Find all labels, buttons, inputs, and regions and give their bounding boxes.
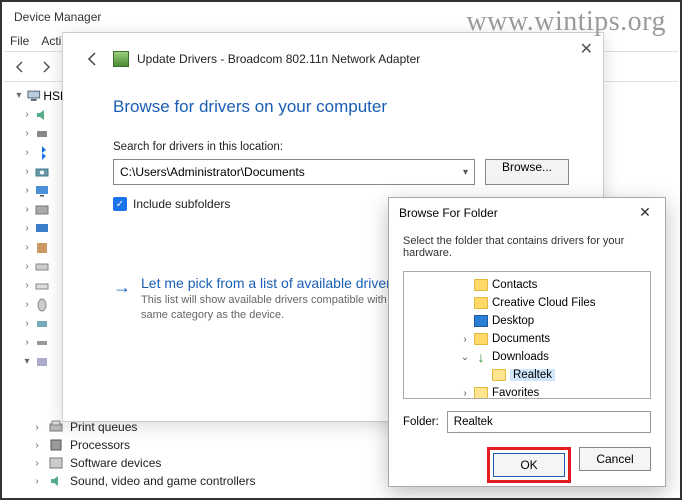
folder-open-icon bbox=[492, 369, 506, 381]
menu-file[interactable]: File bbox=[10, 34, 29, 48]
favorites-icon bbox=[474, 387, 488, 399]
driver-path-combobox[interactable]: C:\Users\Administrator\Documents ▾ bbox=[113, 159, 475, 185]
bluetooth-icon bbox=[34, 145, 50, 161]
expander-icon[interactable]: › bbox=[32, 458, 42, 469]
wizard-title: Update Drivers - Broadcom 802.11n Networ… bbox=[137, 52, 420, 66]
expanded-category-icon bbox=[34, 354, 50, 370]
software-device-icon bbox=[48, 456, 64, 470]
audio-icon bbox=[34, 107, 50, 123]
arrow-right-icon: → bbox=[113, 277, 131, 298]
include-subfolders-label: Include subfolders bbox=[133, 197, 230, 211]
folder-item[interactable]: Favorites bbox=[492, 387, 539, 399]
driver-chip-icon bbox=[113, 51, 129, 67]
folder-icon bbox=[474, 279, 488, 291]
firmware-icon bbox=[34, 240, 50, 256]
folder-tree[interactable]: Contacts Creative Cloud Files Desktop › D… bbox=[403, 271, 651, 399]
pick-title: Let me pick from a list of available dri… bbox=[141, 275, 420, 291]
pick-subtitle: This list will show available drivers co… bbox=[141, 293, 420, 324]
folder-item[interactable]: Creative Cloud Files bbox=[492, 297, 596, 309]
camera-icon bbox=[34, 164, 50, 180]
usb-icon bbox=[34, 126, 50, 142]
ok-highlight-box: OK bbox=[487, 447, 571, 483]
chevron-down-icon: ▾ bbox=[463, 167, 468, 178]
expander-icon[interactable]: › bbox=[22, 261, 32, 272]
folder-item[interactable]: Downloads bbox=[492, 351, 549, 363]
bff-close-button[interactable]: ✕ bbox=[635, 204, 655, 221]
category-label[interactable]: Print queues bbox=[70, 420, 137, 434]
hid-icon bbox=[34, 259, 50, 275]
disk-icon bbox=[34, 202, 50, 218]
driver-path-value: C:\Users\Administrator\Documents bbox=[120, 165, 305, 179]
search-location-label: Search for drivers in this location: bbox=[113, 141, 569, 153]
expander-icon[interactable]: › bbox=[22, 223, 32, 234]
back-nav-icon[interactable] bbox=[10, 57, 30, 77]
expander-icon[interactable]: › bbox=[22, 242, 32, 253]
expander-icon[interactable]: › bbox=[22, 185, 32, 196]
network-icon bbox=[34, 316, 50, 332]
expander-icon[interactable]: ▾ bbox=[14, 90, 24, 101]
expander-icon[interactable]: › bbox=[22, 337, 32, 348]
computer-icon bbox=[26, 88, 42, 104]
browse-button[interactable]: Browse... bbox=[485, 159, 569, 185]
cancel-button[interactable]: Cancel bbox=[579, 447, 651, 471]
expander-icon[interactable]: › bbox=[460, 388, 470, 399]
port-icon bbox=[34, 335, 50, 351]
expander-icon[interactable]: › bbox=[22, 147, 32, 158]
downloads-icon: ↓ bbox=[474, 349, 488, 365]
expander-icon[interactable]: › bbox=[22, 166, 32, 177]
category-label[interactable]: Sound, video and game controllers bbox=[70, 474, 255, 488]
fwd-nav-icon[interactable] bbox=[36, 57, 56, 77]
printer-icon bbox=[48, 420, 64, 434]
expander-icon[interactable]: › bbox=[22, 299, 32, 310]
dm-title: Device Manager bbox=[14, 10, 101, 24]
folder-item[interactable]: Contacts bbox=[492, 279, 537, 291]
wizard-back-button[interactable] bbox=[83, 49, 103, 69]
display-adapter-icon bbox=[34, 221, 50, 237]
expander-icon[interactable]: › bbox=[32, 440, 42, 451]
wizard-close-button[interactable]: ✕ bbox=[580, 39, 593, 59]
folder-icon bbox=[474, 297, 488, 309]
processor-icon bbox=[48, 438, 64, 452]
expander-icon[interactable]: › bbox=[22, 128, 32, 139]
expander-icon[interactable]: ▾ bbox=[22, 356, 32, 367]
expander-icon[interactable]: › bbox=[32, 422, 42, 433]
bff-instruction: Select the folder that contains drivers … bbox=[389, 227, 665, 265]
folder-item[interactable]: Documents bbox=[492, 333, 550, 345]
ok-button[interactable]: OK bbox=[493, 453, 565, 477]
wizard-heading: Browse for drivers on your computer bbox=[113, 97, 569, 117]
keyboard-icon bbox=[34, 278, 50, 294]
folder-item[interactable]: Desktop bbox=[492, 315, 534, 327]
bff-title: Browse For Folder bbox=[399, 206, 498, 220]
documents-icon bbox=[474, 333, 488, 345]
expander-icon[interactable]: ⌄ bbox=[460, 352, 470, 363]
expander-icon[interactable]: › bbox=[22, 204, 32, 215]
browse-for-folder-dialog: Browse For Folder ✕ Select the folder th… bbox=[388, 197, 666, 487]
expander-icon[interactable]: › bbox=[22, 109, 32, 120]
menu-action[interactable]: Acti bbox=[41, 34, 61, 48]
expander-icon[interactable]: › bbox=[460, 334, 470, 345]
watermark-text: www.wintips.org bbox=[466, 6, 666, 38]
mouse-icon bbox=[34, 297, 50, 313]
sound-icon bbox=[48, 474, 64, 488]
category-label[interactable]: Software devices bbox=[70, 456, 161, 470]
category-label[interactable]: Processors bbox=[70, 438, 130, 452]
include-subfolders-checkbox[interactable]: ✓ bbox=[113, 197, 127, 211]
expander-icon[interactable]: › bbox=[32, 476, 42, 487]
folder-item-selected[interactable]: Realtek bbox=[510, 369, 555, 381]
desktop-icon bbox=[474, 315, 488, 327]
selected-folder-input[interactable] bbox=[447, 411, 651, 433]
expander-icon[interactable]: › bbox=[22, 280, 32, 291]
expander-icon[interactable]: › bbox=[22, 318, 32, 329]
folder-field-label: Folder: bbox=[403, 416, 439, 428]
monitor-icon bbox=[34, 183, 50, 199]
